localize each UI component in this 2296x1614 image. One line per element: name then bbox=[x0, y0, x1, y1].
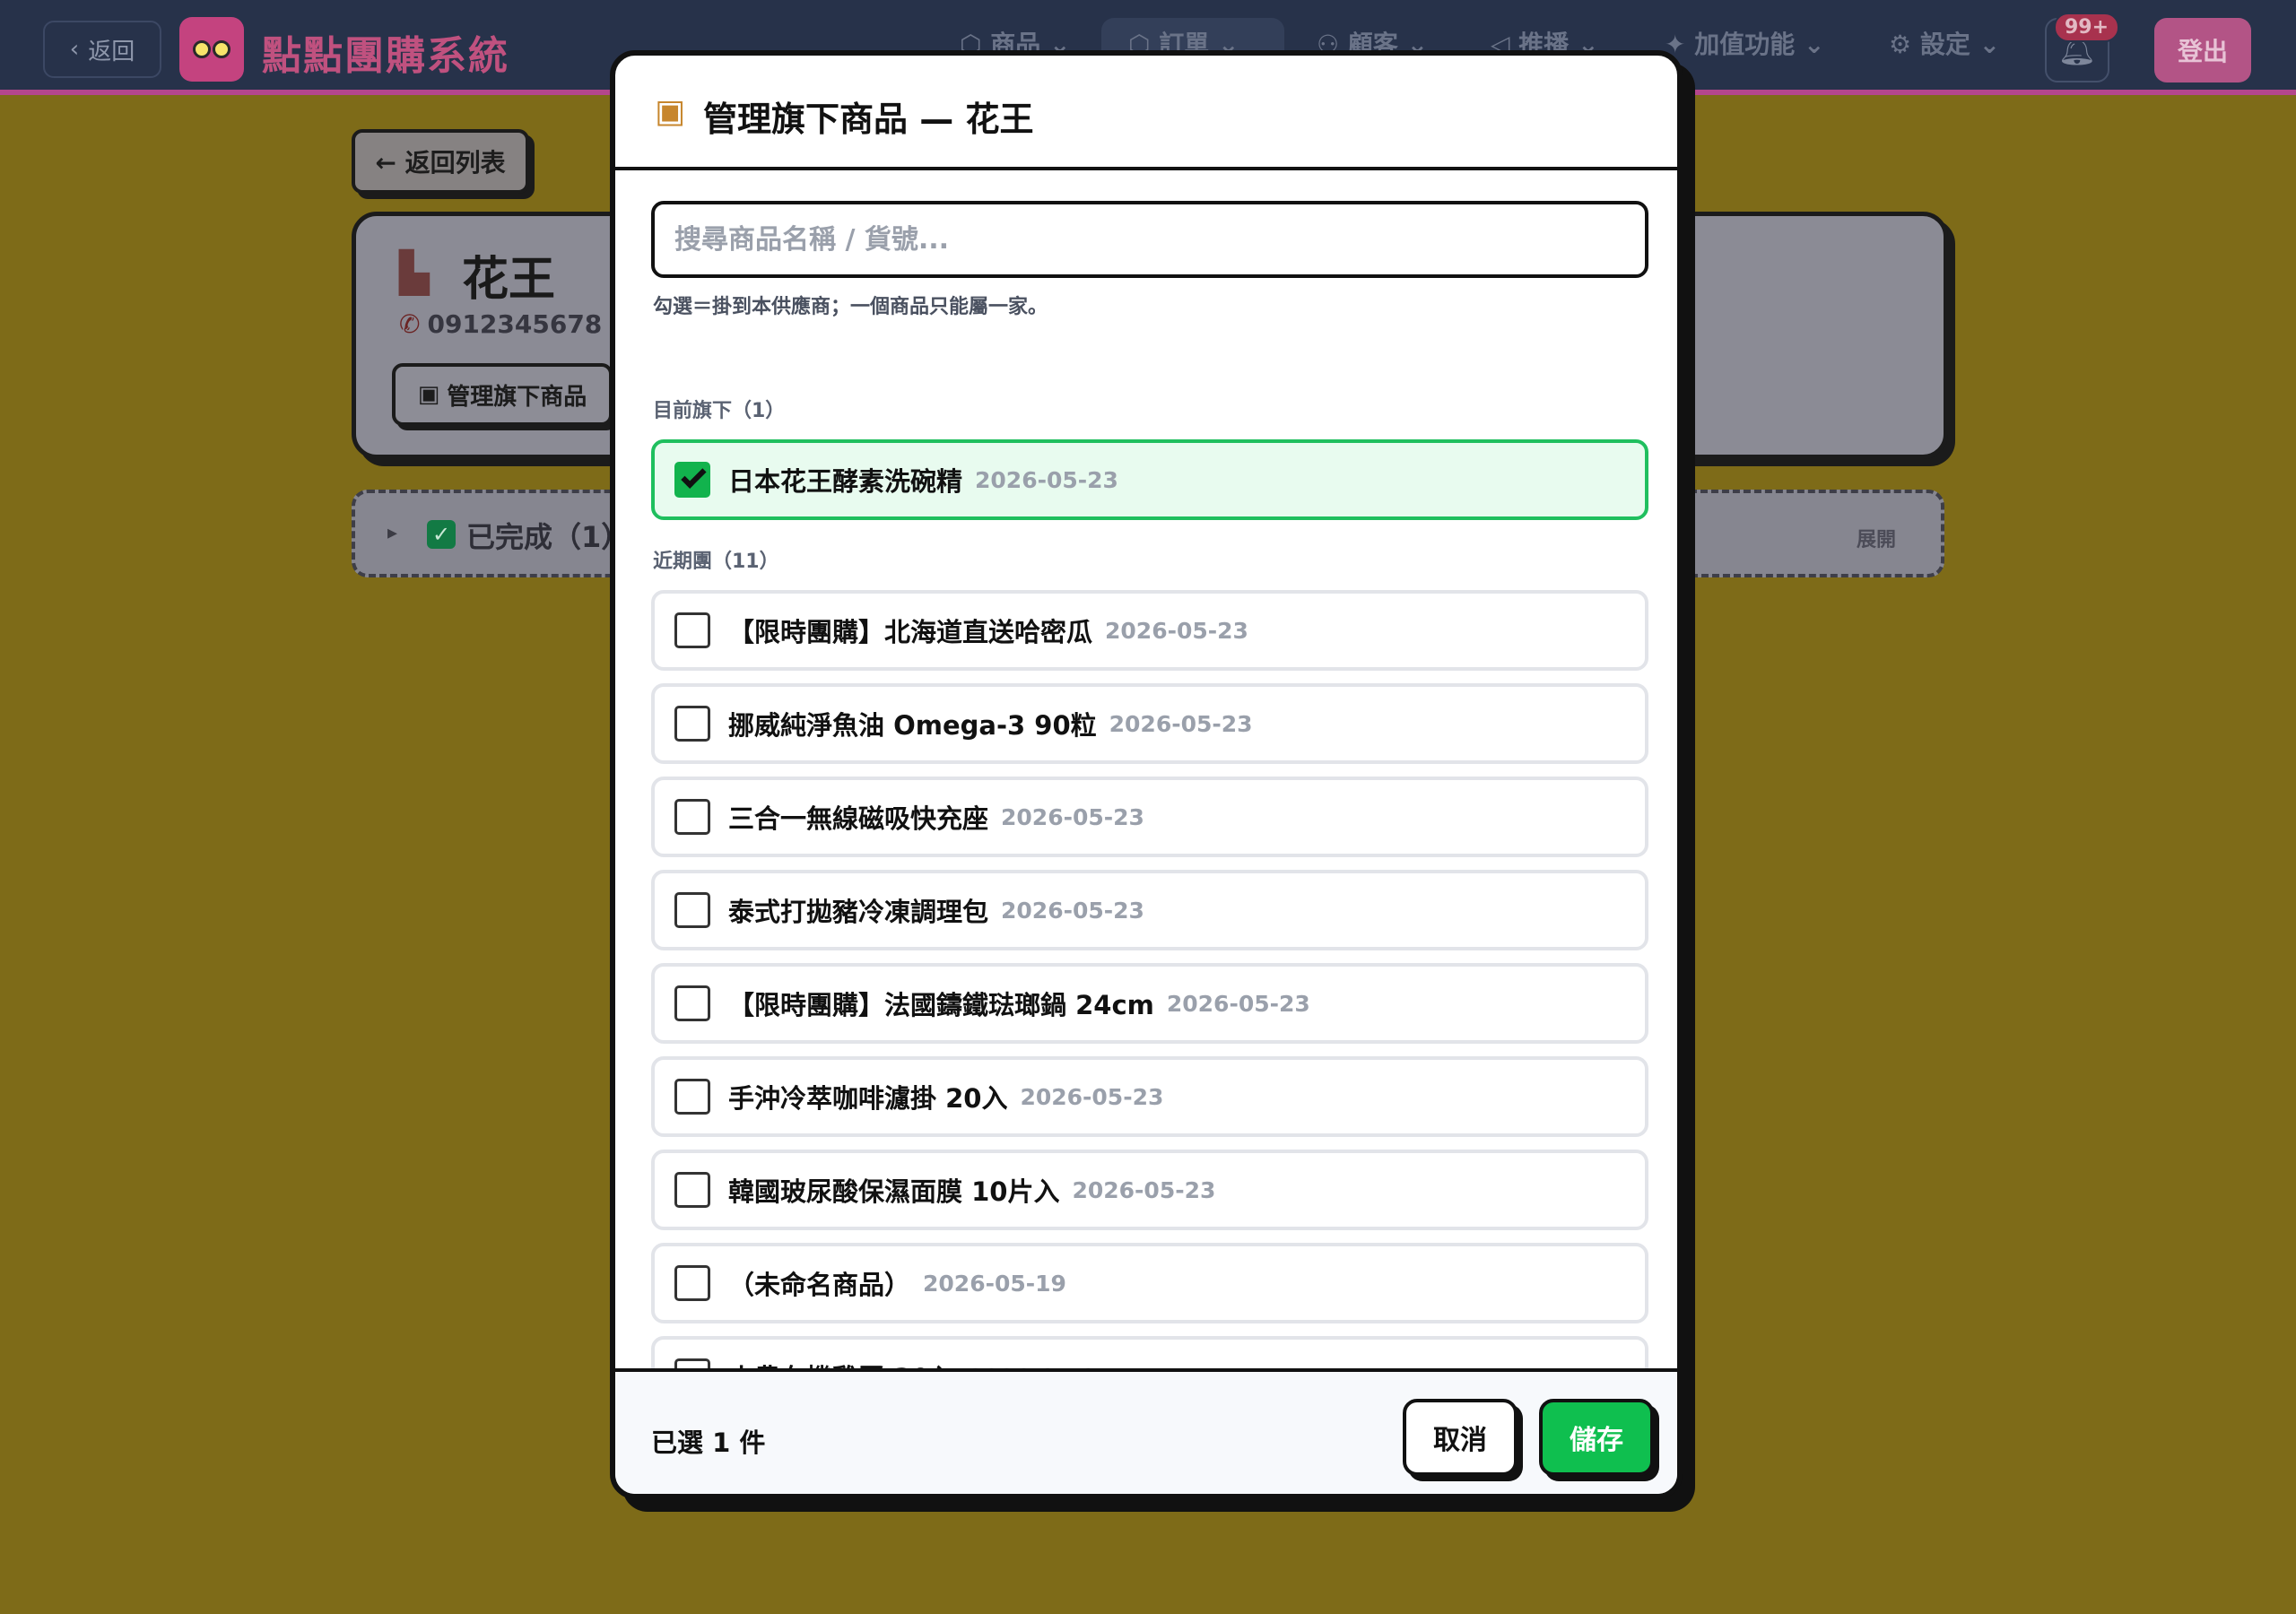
manage-products-button[interactable]: ▣ 管理旗下商品 bbox=[392, 363, 613, 426]
product-checkbox[interactable] bbox=[674, 985, 710, 1021]
check-icon: ✓ bbox=[427, 520, 456, 549]
logout-button[interactable]: 登出 bbox=[2154, 18, 2251, 82]
product-name: 三合一無線磁吸快充座 bbox=[728, 803, 989, 834]
product-name: 小農有機雞蛋 30入 bbox=[728, 1358, 955, 1368]
gear-icon: ⚙ bbox=[1889, 30, 1912, 59]
chevron-down-icon: ⌄ bbox=[1979, 30, 2001, 59]
product-name: （未命名商品） bbox=[728, 1270, 911, 1300]
nav-back-button[interactable]: ‹ 返回 bbox=[43, 21, 161, 78]
selection-hint: 勾選＝掛到本供應商；一個商品只能屬一家。 bbox=[653, 296, 1048, 318]
supplier-name: 花王 bbox=[462, 253, 556, 307]
product-item[interactable]: （未命名商品） 2026-05-19 bbox=[651, 1243, 1648, 1323]
product-name: 手沖冷萃咖啡濾掛 20入 bbox=[728, 1083, 1008, 1114]
product-name: 韓國玻尿酸保濕面膜 10片入 bbox=[728, 1176, 1060, 1207]
nav-menu-addons[interactable]: ✦ 加值功能 ⌄ bbox=[1665, 25, 1824, 61]
product-checkbox[interactable] bbox=[674, 1172, 710, 1208]
modal-header: ▣ 管理旗下商品 — 花王 bbox=[615, 56, 1677, 170]
notification-badge: 99+ bbox=[2054, 13, 2120, 42]
product-checkbox[interactable] bbox=[674, 1358, 710, 1368]
product-checkbox[interactable] bbox=[674, 612, 710, 648]
current-section-label: 目前旗下（1） bbox=[653, 400, 786, 422]
product-checkbox[interactable] bbox=[674, 892, 710, 928]
product-checkbox[interactable] bbox=[674, 799, 710, 835]
product-item[interactable]: 【限時團購】北海道直送哈密瓜 2026-05-23 bbox=[651, 590, 1648, 671]
recent-section-label: 近期團（11） bbox=[653, 551, 779, 573]
product-date: 2026-05-19 bbox=[923, 1270, 1066, 1297]
product-item[interactable]: 三合一無線磁吸快充座 2026-05-23 bbox=[651, 777, 1648, 857]
product-item[interactable]: 【限時團購】法國鑄鐵琺瑯鍋 24cm 2026-05-23 bbox=[651, 963, 1648, 1044]
product-checkbox[interactable] bbox=[674, 706, 710, 742]
product-checkbox[interactable] bbox=[674, 462, 710, 498]
box-icon: ▣ bbox=[655, 93, 686, 130]
product-item[interactable]: 泰式打拋豬冷凍調理包 2026-05-23 bbox=[651, 870, 1648, 950]
logo-eye-icon bbox=[193, 40, 211, 58]
app-title: 點點團購系統 bbox=[262, 33, 509, 79]
product-item[interactable]: 韓國玻尿酸保濕面膜 10片入 2026-05-23 bbox=[651, 1150, 1648, 1230]
product-name: 【限時團購】法國鑄鐵琺瑯鍋 24cm bbox=[728, 990, 1154, 1020]
product-checkbox[interactable] bbox=[674, 1079, 710, 1115]
product-date: 2026-05-23 bbox=[1020, 1083, 1164, 1110]
logo-eye-icon bbox=[213, 40, 230, 58]
save-button[interactable]: 儲存 bbox=[1539, 1399, 1654, 1476]
phone-icon: ✆ bbox=[399, 309, 421, 339]
modal-title: 管理旗下商品 — 花王 bbox=[703, 100, 1034, 139]
product-checkbox[interactable] bbox=[674, 1265, 710, 1301]
expand-button[interactable]: 展開 bbox=[1857, 524, 1896, 552]
chevron-left-icon: ‹ bbox=[69, 36, 80, 63]
product-item[interactable]: 手沖冷萃咖啡濾掛 20入 2026-05-23 bbox=[651, 1056, 1648, 1137]
caret-right-icon: ▸ bbox=[387, 522, 398, 544]
box-icon: ▣ bbox=[417, 381, 440, 408]
cancel-button[interactable]: 取消 bbox=[1403, 1399, 1518, 1476]
nav-back-label: 返回 bbox=[88, 38, 135, 65]
modal-footer: 已選 1 件 取消 儲存 bbox=[615, 1368, 1677, 1494]
supplier-phone: ✆ 0912345678 bbox=[399, 309, 603, 339]
product-item[interactable]: 日本花王酵素洗碗精 2026-05-23 bbox=[651, 439, 1648, 520]
product-name: 【限時團購】北海道直送哈密瓜 bbox=[728, 617, 1093, 647]
product-name: 挪威純淨魚油 Omega-3 90粒 bbox=[728, 710, 1097, 741]
product-date: 2026-05-23 bbox=[975, 466, 1118, 493]
product-name: 日本花王酵素洗碗精 bbox=[728, 466, 963, 497]
selected-count: 已選 1 件 bbox=[651, 1427, 766, 1458]
app-logo bbox=[179, 17, 244, 82]
search-input[interactable] bbox=[651, 201, 1648, 278]
nav-menu-settings[interactable]: ⚙ 設定 ⌄ bbox=[1889, 25, 2000, 61]
product-date: 2026-05-23 bbox=[1109, 710, 1253, 737]
chevron-down-icon: ⌄ bbox=[1803, 30, 1825, 59]
manage-products-modal: ▣ 管理旗下商品 — 花王 勾選＝掛到本供應商；一個商品只能屬一家。 目前旗下（… bbox=[610, 50, 1683, 1499]
product-date: 2026-05-23 bbox=[1105, 617, 1248, 644]
product-name: 泰式打拋豬冷凍調理包 bbox=[728, 897, 989, 927]
product-date: 2026-05-23 bbox=[1001, 897, 1144, 924]
product-item[interactable]: 挪威純淨魚油 Omega-3 90粒 2026-05-23 bbox=[651, 683, 1648, 764]
checkmark-icon bbox=[681, 463, 707, 489]
back-to-list-button[interactable]: ← 返回列表 bbox=[352, 129, 529, 194]
modal-body[interactable]: 勾選＝掛到本供應商；一個商品只能屬一家。 目前旗下（1） 日本花王酵素洗碗精 20… bbox=[615, 174, 1677, 1368]
product-date: 2026-05-23 bbox=[1072, 1176, 1216, 1203]
product-date: 2026-05-23 bbox=[1001, 803, 1144, 830]
product-item[interactable]: 小農有機雞蛋 30入2026-04-04 bbox=[651, 1336, 1648, 1368]
factory-icon: ▙ bbox=[399, 250, 430, 296]
product-date: 2026-05-23 bbox=[1166, 990, 1310, 1017]
completed-section-label: 已完成（1） bbox=[466, 520, 631, 554]
